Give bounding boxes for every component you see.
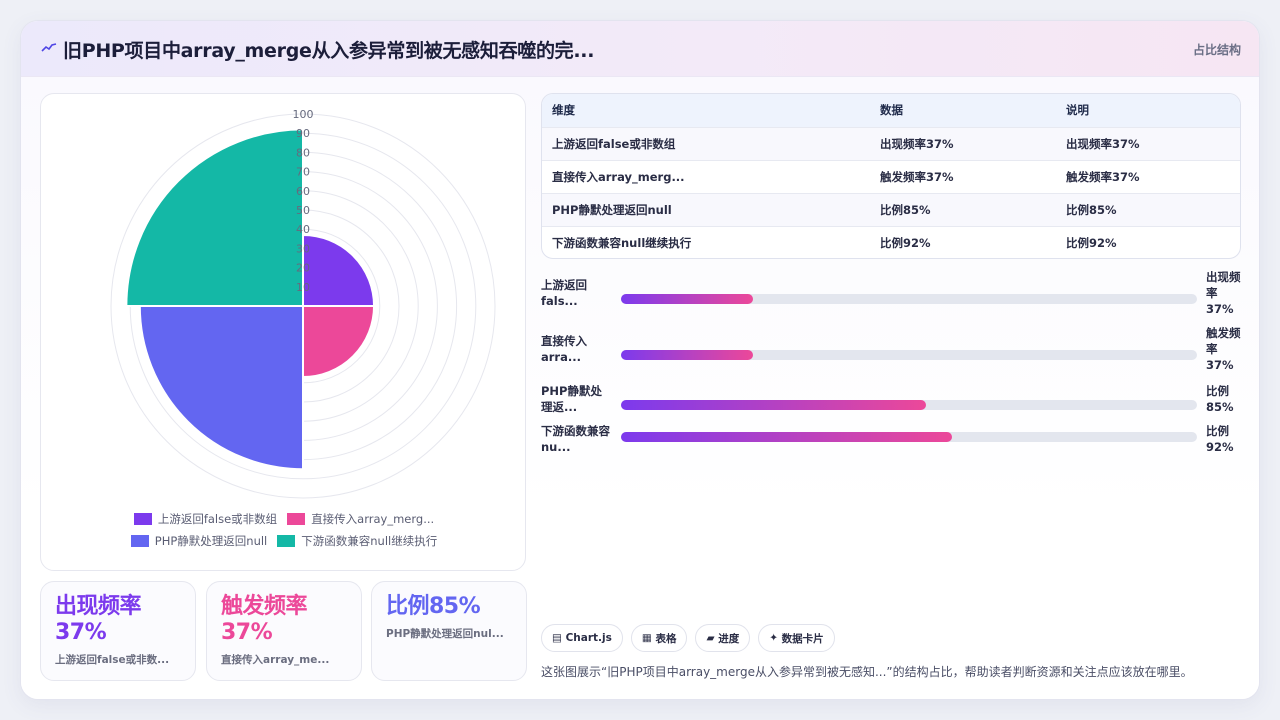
tag-chartjs[interactable]: ▤ Chart.js	[541, 624, 623, 652]
legend-label: 下游函数兼容null继续执行	[301, 534, 438, 548]
table-row: PHP静默处理返回null 比例85% 比例85%	[542, 192, 1240, 226]
radial-tick-label: 60	[296, 185, 310, 198]
tag-label: 表格	[655, 632, 677, 645]
stat-caption: 直接传入array_me...	[221, 654, 330, 666]
stat-caption: PHP静默处理返回nul...	[386, 628, 504, 640]
radial-tick-label: 70	[296, 166, 310, 179]
legend-swatch	[130, 535, 149, 547]
column-header: 说明	[1056, 94, 1240, 127]
radial-tick-label: 50	[296, 204, 310, 217]
progress-value: 触发频 率 37%	[1206, 326, 1241, 372]
table-row: 上游返回false或非数组 出现频率37% 出现频率37%	[542, 126, 1240, 160]
table-cell: 比例92%	[1056, 225, 1240, 258]
progress-value: 出现频 率 37%	[1206, 270, 1241, 316]
table-cell: 触发频率37%	[870, 159, 1056, 193]
progress-fill	[621, 294, 754, 304]
stat-card: 出现频率 37% 上游返回false或非数...	[40, 581, 196, 681]
table-cell: 比例85%	[1056, 192, 1240, 226]
radial-tick-label: 80	[296, 146, 310, 159]
tech-tags: ▤ Chart.js ▦ 表格 ▰ 进度 ✦ 数据卡片	[541, 624, 835, 652]
header-bar: 旧PHP项目中array_merge从入参异常到被无感知吞噬的完... 占比结构	[21, 21, 1259, 77]
tag-table[interactable]: ▦ 表格	[630, 624, 688, 652]
radial-tick-label: 100	[293, 108, 314, 121]
progress-label: 直接传入 arra...	[541, 334, 587, 364]
legend-label: PHP静默处理返回null	[154, 534, 268, 548]
progress-fill	[621, 432, 953, 442]
main-card: 旧PHP项目中array_merge从入参异常到被无感知吞噬的完... 占比结构…	[20, 20, 1260, 700]
table-cell: 触发频率37%	[1056, 159, 1240, 193]
table-icon: ▦	[641, 632, 652, 644]
polar-area-chart[interactable]: 100 90 80 70 60 50 40 30 20 10	[41, 94, 527, 504]
chart-legend: 上游返回false或非数组 直接传入array_merg... PHP静默处理返…	[41, 511, 527, 555]
radial-tick-label: 40	[296, 223, 310, 236]
table-cell: 下游函数兼容null继续执行	[542, 225, 870, 258]
legend-label: 直接传入array_merg...	[311, 512, 435, 526]
stat-card: 触发频率 37% 直接传入array_me...	[206, 581, 362, 681]
progress-label: 下游函数兼容 nu...	[541, 424, 610, 454]
legend-swatch	[287, 513, 306, 525]
chart-icon: ▤	[552, 632, 562, 644]
legend-swatch	[277, 535, 296, 547]
table-cell: 比例92%	[870, 225, 1056, 258]
legend-item[interactable]: 下游函数兼容null继续执行	[277, 533, 437, 549]
data-table: 维度 数据 说明 上游返回false或非数组 出现频率37% 出现频率37% 直…	[541, 93, 1241, 259]
radial-tick-label: 20	[296, 262, 310, 275]
legend-item[interactable]: 直接传入array_merg...	[287, 511, 434, 527]
stat-value: 触发频率 37%	[221, 594, 308, 645]
legend-swatch	[133, 513, 152, 525]
legend-item[interactable]: PHP静默处理返回null	[130, 533, 268, 549]
progress-fill	[621, 350, 754, 360]
progress-track	[621, 350, 1197, 360]
table-row: 下游函数兼容null继续执行 比例92% 比例92%	[542, 225, 1240, 258]
progress-track	[621, 400, 1197, 410]
progress-label: 上游返回 fals...	[541, 278, 587, 308]
stat-value: 出现频率 37%	[55, 594, 142, 645]
progress-icon: ▰	[706, 632, 715, 644]
radial-tick-label: 90	[296, 127, 310, 140]
stat-value: 比例85%	[386, 594, 481, 619]
sparkle-icon: ✦	[769, 632, 779, 644]
table-cell: 出现频率37%	[870, 126, 1056, 160]
radial-tick-label: 30	[296, 242, 310, 255]
table-cell: 上游返回false或非数组	[542, 126, 870, 160]
polar-slice[interactable]	[125, 128, 304, 307]
progress-track	[621, 432, 1197, 442]
line-chart-icon	[41, 43, 57, 52]
table-header-row: 维度 数据 说明	[542, 94, 1240, 127]
stat-caption: 上游返回false或非数...	[55, 654, 170, 666]
page-title: 旧PHP项目中array_merge从入参异常到被无感知吞噬的完...	[63, 40, 595, 62]
chart-description: 这张图展示“旧PHP项目中array_merge从入参异常到被无感知...”的结…	[541, 665, 1193, 679]
progress-value: 比例 92%	[1206, 424, 1234, 454]
stat-card: 比例85% PHP静默处理返回nul...	[371, 581, 527, 681]
table-cell: 直接传入array_merg...	[542, 159, 870, 193]
column-header: 数据	[870, 94, 1056, 127]
polar-slice[interactable]	[138, 305, 304, 471]
legend-item[interactable]: 上游返回false或非数组	[133, 511, 278, 527]
tag-label: 进度	[718, 632, 740, 645]
table-cell: PHP静默处理返回null	[542, 192, 870, 226]
chart-type-tag: 占比结构	[1192, 43, 1241, 57]
progress-track	[621, 294, 1197, 304]
progress-value: 比例 85%	[1206, 384, 1234, 414]
column-header: 维度	[542, 94, 870, 127]
legend-label: 上游返回false或非数组	[157, 512, 278, 526]
polar-chart-panel: 100 90 80 70 60 50 40 30 20 10 上游返回false或非数组 直接传入…	[40, 93, 526, 571]
table-row: 直接传入array_merg... 触发频率37% 触发频率37%	[542, 159, 1240, 193]
tag-label: Chart.js	[565, 632, 612, 644]
polar-slice[interactable]	[302, 233, 376, 307]
table-cell: 比例85%	[870, 192, 1056, 226]
table-cell: 出现频率37%	[1056, 126, 1240, 160]
tag-label: 数据卡片	[781, 632, 824, 645]
tag-progress[interactable]: ▰ 进度	[695, 624, 751, 652]
progress-list: 上游返回 fals... 出现频 率 37% 直接传入 arra... 触发频 …	[541, 270, 1241, 461]
tag-data-card[interactable]: ✦ 数据卡片	[758, 624, 835, 652]
progress-label: PHP静默处 理返...	[541, 384, 602, 414]
progress-fill	[621, 400, 927, 410]
radial-tick-label: 10	[296, 281, 310, 294]
polar-slice[interactable]	[302, 305, 376, 379]
